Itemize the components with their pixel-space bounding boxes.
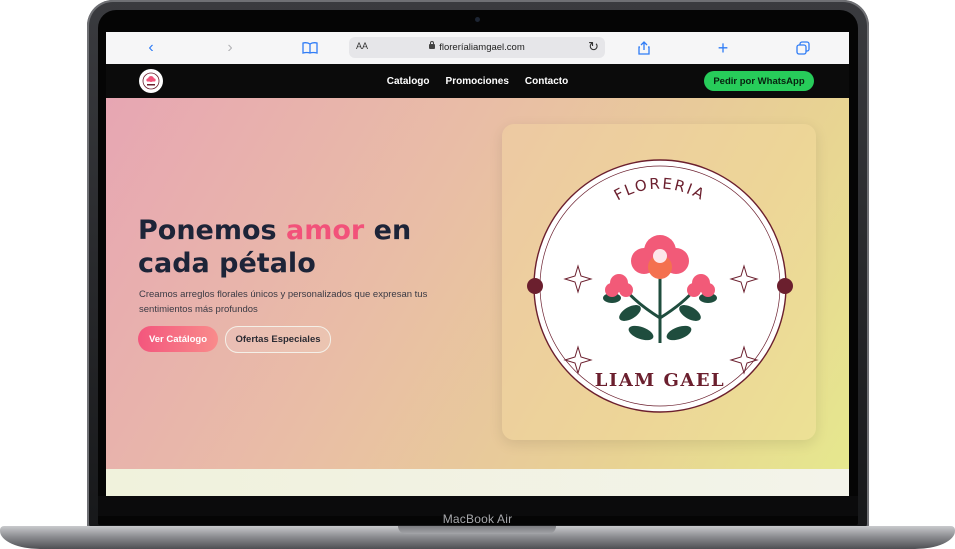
forward-icon[interactable]: › (219, 37, 241, 59)
hero-description: Creamos arreglos florales únicos y perso… (139, 289, 428, 315)
share-icon[interactable] (633, 37, 655, 59)
bookmarks-icon[interactable] (299, 37, 321, 59)
reload-icon[interactable]: ↻ (588, 39, 599, 55)
logo-bottom-text: LIAM GAEL (595, 370, 725, 391)
hero-section: Ponemos amor en cada pétalo Creamos arre… (106, 98, 849, 469)
device-model-label: MacBook Air (442, 512, 513, 526)
back-icon[interactable]: ‹ (140, 37, 162, 59)
address-bar[interactable]: AA floreríaliamgael.com ↻ (349, 37, 605, 58)
browser-screen: ‹ › AA floreríaliamgael.com ↻ + Catalogo (106, 32, 849, 496)
nav-link-catalogo[interactable]: Catalogo (387, 76, 430, 87)
url-text: floreríaliamgael.com (439, 42, 525, 53)
site-header: Catalogo Promociones Contacto Pedir por … (106, 64, 849, 98)
nav-link-contacto[interactable]: Contacto (525, 76, 568, 87)
next-section-strip (106, 469, 849, 496)
browser-toolbar: ‹ › AA floreríaliamgael.com ↻ + (106, 32, 849, 65)
hero-title: Ponemos amor en cada pétalo (138, 214, 448, 280)
camera-icon (475, 17, 480, 22)
new-tab-icon[interactable]: + (712, 37, 734, 59)
floreria-logo-emblem: FLORERIA LIAM GAEL (527, 159, 793, 413)
laptop-notch (398, 526, 556, 534)
special-offers-button[interactable]: Ofertas Especiales (225, 326, 331, 353)
whatsapp-order-button[interactable]: Pedir por WhatsApp (704, 71, 814, 91)
hero-title-accent: amor (286, 215, 365, 246)
view-catalog-button[interactable]: Ver Catálogo (138, 326, 218, 352)
nav-link-promociones[interactable]: Promociones (446, 76, 509, 87)
hero-title-start: Ponemos (138, 215, 287, 246)
lock-icon (429, 41, 436, 49)
tabs-overview-icon[interactable] (792, 37, 814, 59)
